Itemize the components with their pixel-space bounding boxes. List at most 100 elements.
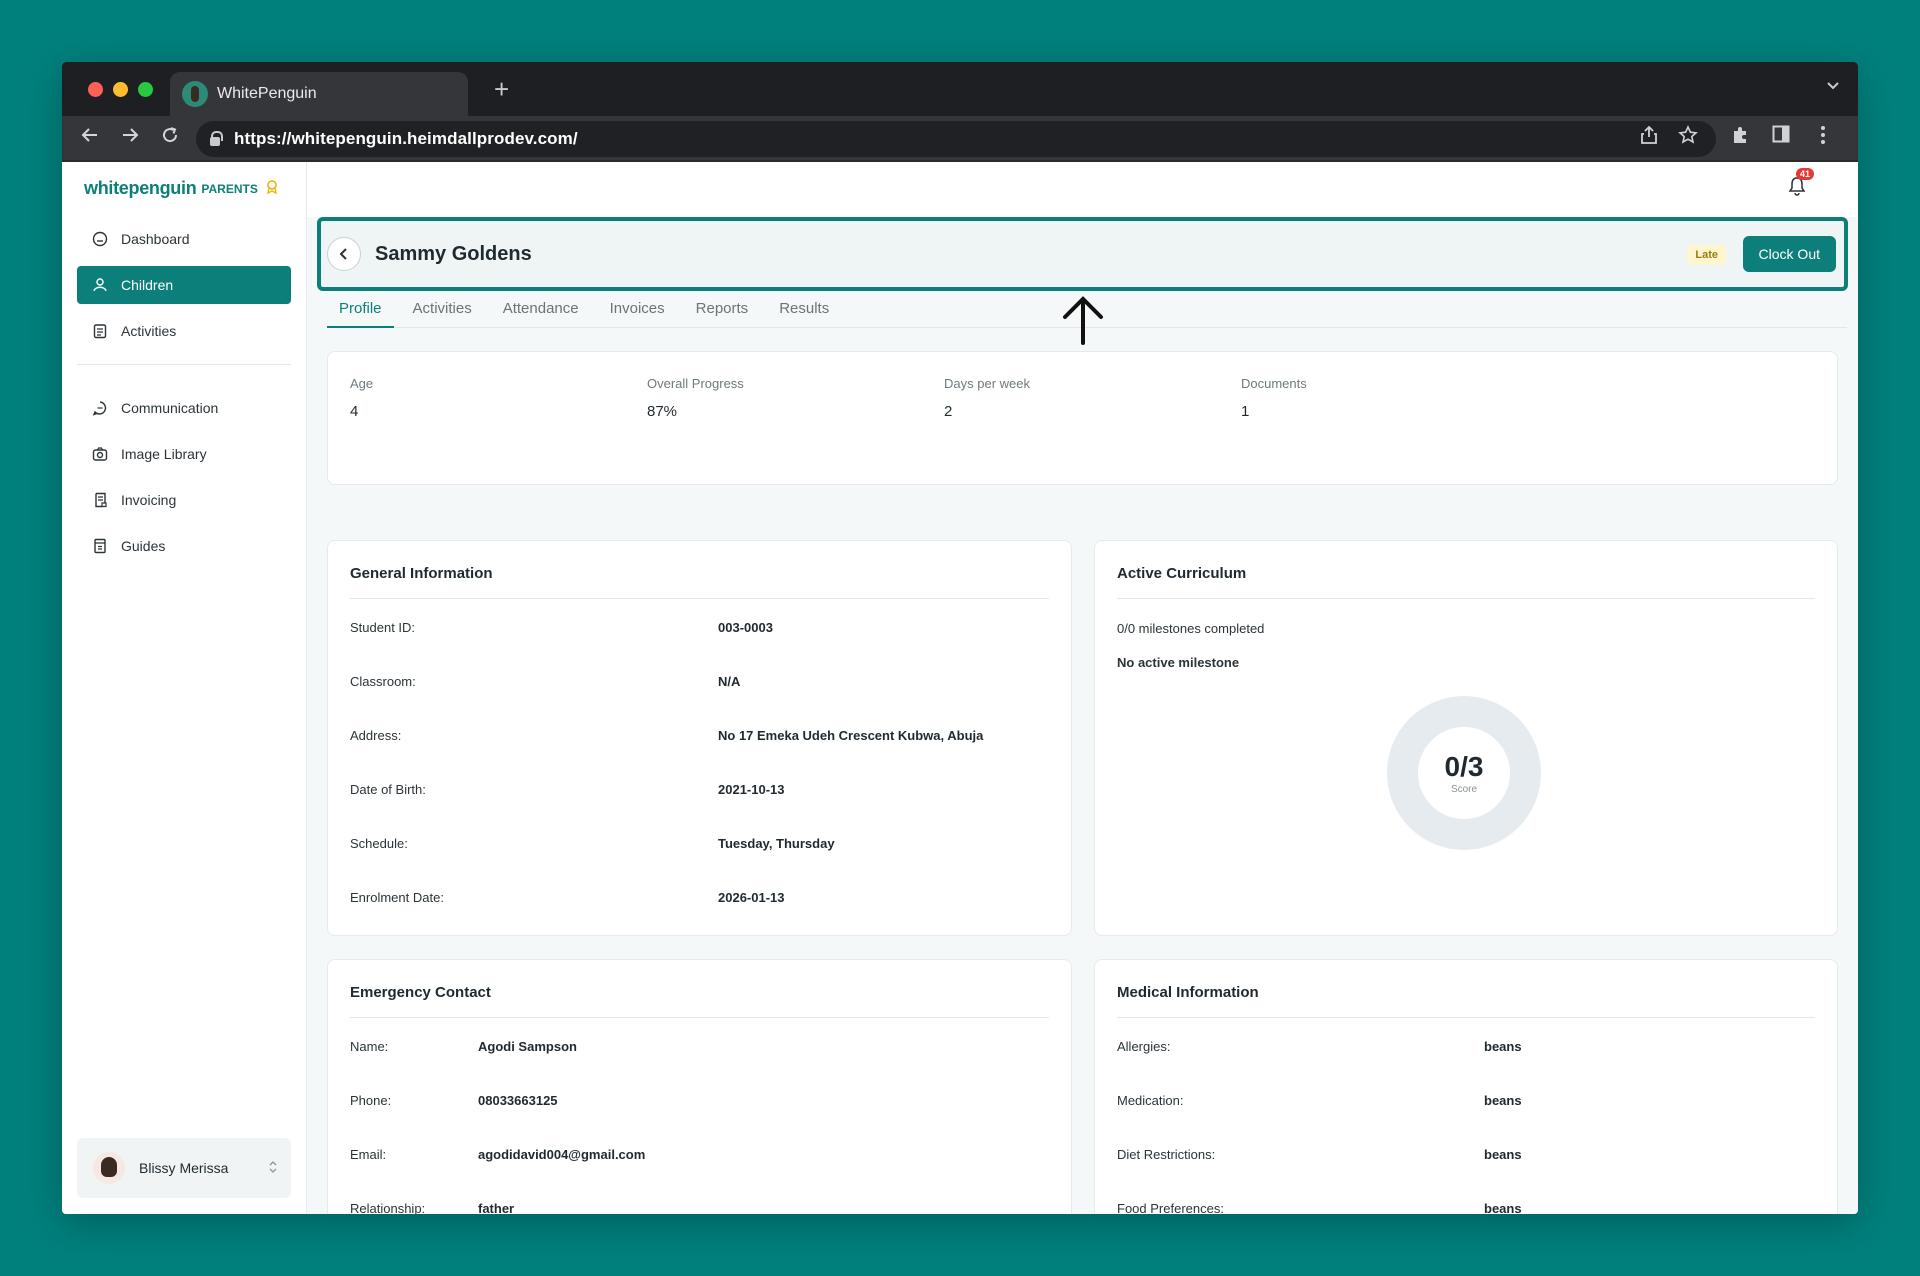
row-label: Phone: (350, 1093, 392, 1108)
status-badge: Late (1687, 245, 1726, 265)
tab-results[interactable]: Results (767, 292, 841, 328)
tab-menu-icon[interactable] (1826, 78, 1840, 96)
card-title: Emergency Contact (350, 984, 491, 1001)
score-donut: 0/3 Score (1387, 696, 1541, 850)
top-bar: 41 (307, 162, 1858, 217)
sidebar-item-label: Children (121, 277, 174, 293)
url-text: https://whitepenguin.heimdallprodev.com/ (234, 129, 578, 148)
notification-count: 41 (1795, 168, 1814, 180)
score-donut-center: 0/3 Score (1418, 727, 1510, 819)
sidebar-item-label: Dashboard (121, 231, 190, 247)
row-value: beans (1484, 1039, 1522, 1054)
sidebar-item-invoicing[interactable]: Invoicing (77, 481, 291, 519)
reload-icon[interactable] (156, 124, 184, 152)
row-label: Enrolment Date: (350, 890, 444, 905)
row-value: beans (1484, 1201, 1522, 1214)
row-label: Allergies: (1117, 1039, 1171, 1054)
score-label: Score (1450, 783, 1478, 795)
tab-invoices[interactable]: Invoices (598, 292, 677, 328)
extensions-icon[interactable] (1730, 125, 1750, 150)
tab-activities[interactable]: Activities (401, 292, 484, 328)
bookmark-star-icon[interactable] (1678, 125, 1698, 150)
stat-label: Age (350, 376, 374, 391)
sidebar-item-label: Invoicing (121, 492, 177, 508)
sidebar-item-image-library[interactable]: Image Library (77, 435, 291, 473)
tab-profile[interactable]: Profile (327, 292, 394, 328)
user-name: Blissy Merissa (139, 1160, 229, 1176)
divider (350, 1017, 1049, 1018)
sidepanel-icon[interactable] (1772, 125, 1790, 148)
browser-tab[interactable]: WhitePenguin (170, 72, 468, 116)
student-name: Sammy Goldens (375, 242, 532, 265)
brand-name: whitepenguin (84, 178, 197, 198)
clock-out-button[interactable]: Clock Out (1742, 236, 1836, 272)
stat-label: Days per week (944, 376, 1030, 391)
forward-arrow-icon[interactable] (116, 124, 144, 152)
arrow-up-icon (1060, 295, 1106, 350)
activities-icon (91, 322, 109, 340)
user-menu[interactable]: Blissy Merissa (77, 1138, 291, 1198)
row-value: 003-0003 (718, 620, 773, 635)
stat-label: Overall Progress (647, 376, 744, 391)
row-label: Food Preferences: (1117, 1201, 1224, 1214)
row-value: Agodi Sampson (478, 1039, 577, 1054)
camera-icon (91, 445, 109, 463)
browser-menu-icon[interactable] (1820, 125, 1826, 150)
browser-tab-title: WhitePenguin (217, 85, 317, 102)
new-tab-icon[interactable]: + (494, 74, 509, 104)
sidebar-item-label: Image Library (121, 446, 207, 462)
sidebar-item-children[interactable]: Children (77, 266, 291, 304)
brand-sub: PARENTS (201, 181, 258, 196)
url-field[interactable]: https://whitepenguin.heimdallprodev.com/ (196, 121, 1716, 157)
card-title: Medical Information (1117, 984, 1259, 1001)
brand-logo[interactable]: whitepenguin PARENTS (84, 178, 278, 199)
row-label: Medication: (1117, 1093, 1184, 1108)
row-label: Email: (350, 1147, 387, 1162)
tab-reports[interactable]: Reports (684, 292, 761, 328)
sidebar-item-label: Activities (121, 323, 177, 339)
stat-documents: Documents 1 (1241, 376, 1307, 420)
sidebar-item-dashboard[interactable]: Dashboard (77, 220, 291, 258)
stat-label: Documents (1241, 376, 1307, 391)
minimize-window-button[interactable] (113, 82, 128, 97)
divider (1117, 1017, 1815, 1018)
browser-tabbar: WhitePenguin + (62, 62, 1858, 116)
stat-overall-progress: Overall Progress 87% (647, 376, 744, 420)
row-value: N/A (718, 674, 741, 689)
row-value: beans (1484, 1093, 1522, 1108)
row-value: father (478, 1201, 515, 1214)
general-information-card: General Information Student ID: 003-0003… (327, 540, 1072, 936)
student-header: Sammy Goldens Late Clock Out (317, 217, 1848, 291)
window-controls (88, 82, 153, 97)
row-label: Diet Restrictions: (1117, 1147, 1216, 1162)
sidebar-item-guides[interactable]: Guides (77, 527, 291, 565)
browser-window: WhitePenguin + https://whitepenguin.heim… (62, 62, 1858, 1214)
divider (1117, 598, 1815, 599)
stat-value: 2 (944, 403, 953, 420)
row-value: agodidavid004@gmail.com (478, 1147, 646, 1162)
card-title: Active Curriculum (1117, 565, 1247, 582)
active-curriculum-card: Active Curriculum 0/0 milestones complet… (1094, 540, 1838, 936)
card-title: General Information (350, 565, 493, 582)
tab-attendance[interactable]: Attendance (491, 292, 591, 328)
sidebar-item-communication[interactable]: Communication (77, 389, 291, 427)
row-label: Relationship: (350, 1201, 426, 1214)
invoice-icon (91, 491, 109, 509)
sidebar-item-activities[interactable]: Activities (77, 312, 291, 350)
row-value: No 17 Emeka Udeh Crescent Kubwa, Abuja (718, 728, 984, 743)
row-value: 2021-10-13 (718, 782, 785, 797)
address-bar: https://whitepenguin.heimdallprodev.com/ (62, 116, 1858, 162)
maximize-window-button[interactable] (138, 82, 153, 97)
stat-value: 87% (647, 403, 678, 420)
emergency-contact-card: Emergency Contact Name: Agodi Sampson Ph… (327, 959, 1072, 1214)
row-label: Classroom: (350, 674, 416, 689)
avatar (93, 1152, 125, 1184)
row-value: 08033663125 (478, 1093, 558, 1108)
back-arrow-icon[interactable] (76, 124, 104, 152)
row-label: Date of Birth: (350, 782, 426, 797)
row-value: Tuesday, Thursday (718, 836, 835, 851)
back-button[interactable] (327, 237, 361, 271)
close-window-button[interactable] (88, 82, 103, 97)
app-root: whitepenguin PARENTS Dashboard Children … (62, 162, 1858, 1214)
share-icon[interactable] (1640, 125, 1658, 150)
